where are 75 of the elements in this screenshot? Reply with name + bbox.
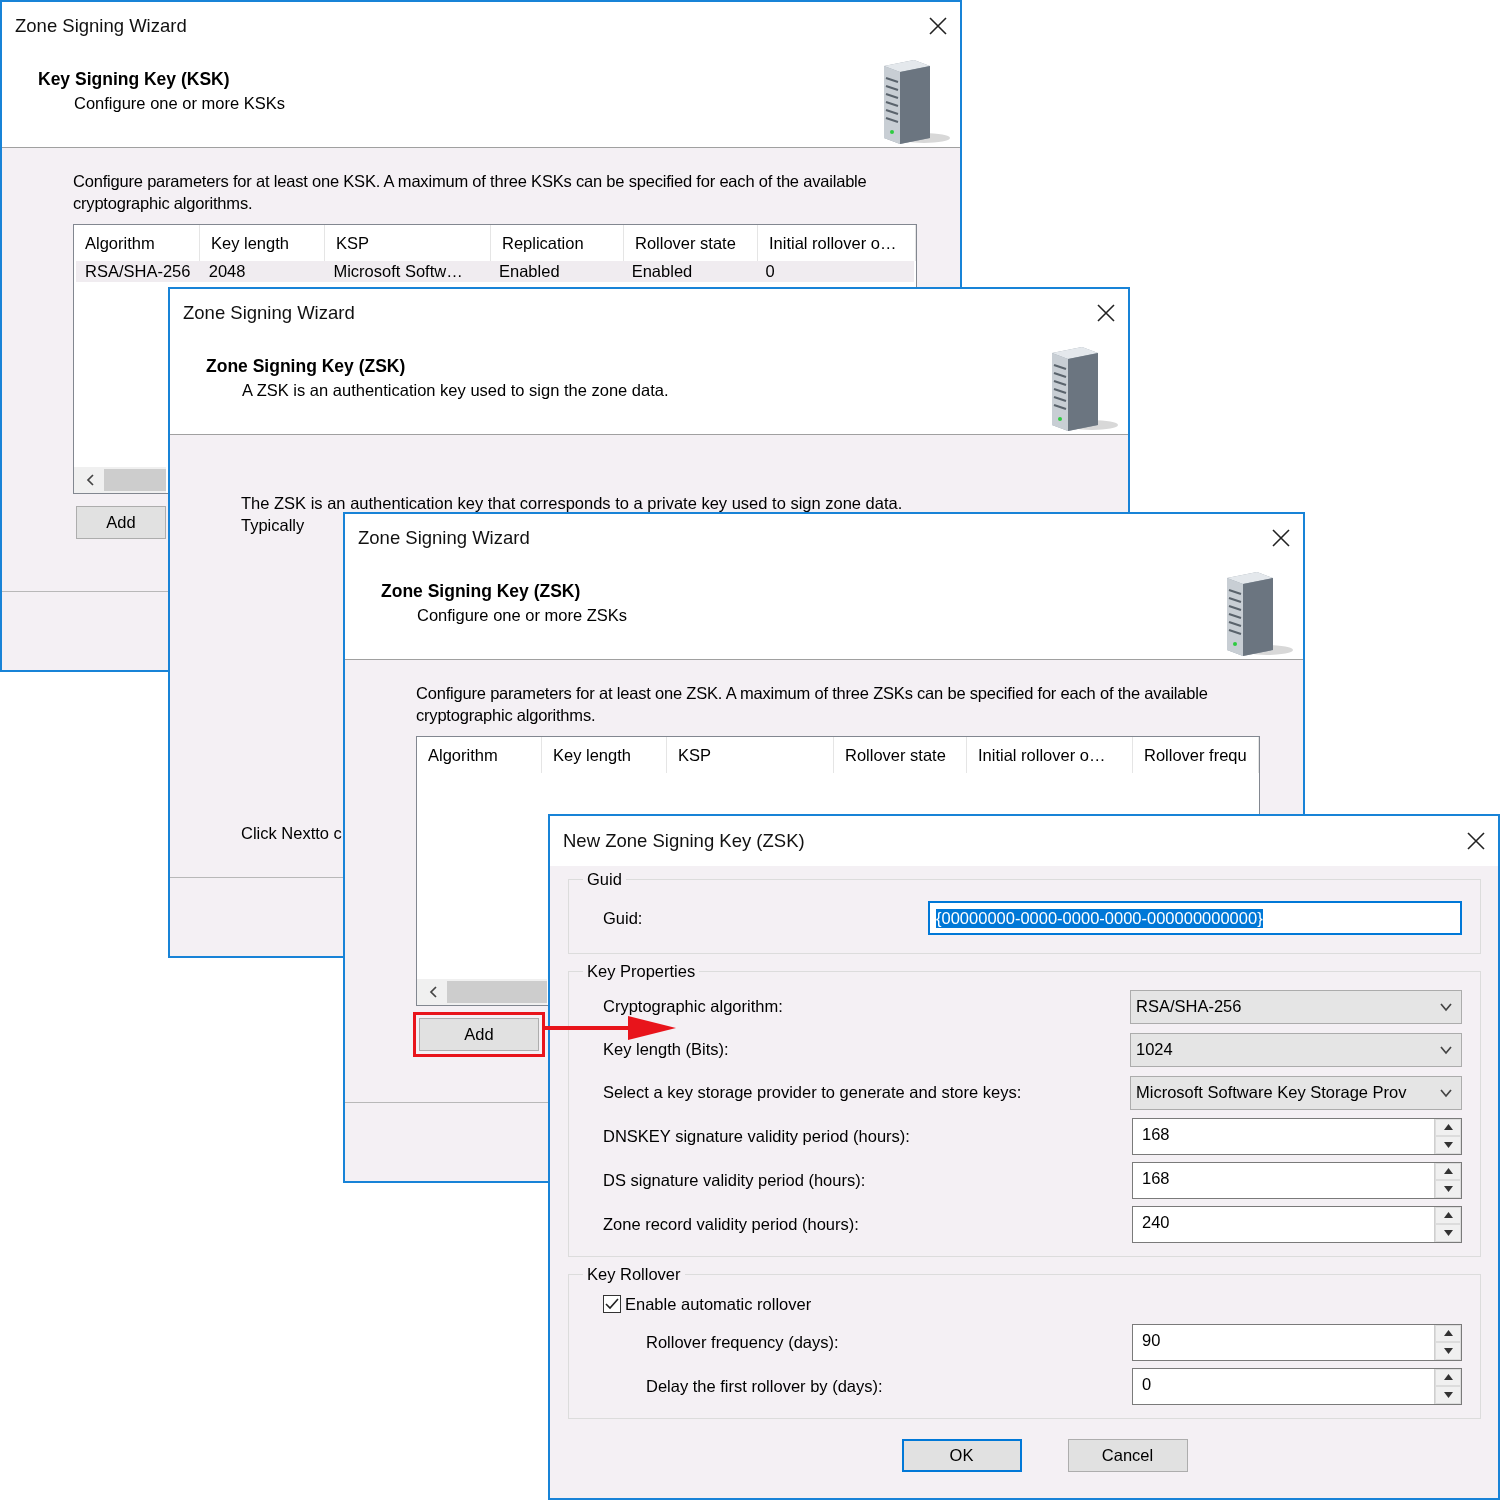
spin-field[interactable]: 168: [1132, 1161, 1462, 1199]
window-title: Zone Signing Wizard: [15, 15, 187, 37]
field-value: {00000000-0000-0000-0000-000000000000}: [936, 908, 1263, 928]
spin-up-icon[interactable]: [1443, 1374, 1453, 1381]
field-label: Cryptographic algorithm:: [603, 997, 783, 1016]
scroll-thumb[interactable]: [104, 469, 166, 491]
close-icon[interactable]: [1096, 303, 1116, 323]
checkbox[interactable]: [603, 1295, 621, 1313]
scrollbar[interactable]: [74, 467, 166, 493]
window-title: Zone Signing Wizard: [358, 527, 530, 549]
column-header[interactable]: Algorithm: [417, 737, 542, 773]
group-title: Key Rollover: [586, 1265, 682, 1284]
add-button[interactable]: Add: [419, 1018, 539, 1051]
description: Configure parameters for at least one KSK. A maximum of three KSKs can be specified for each of the available cryptographic algorithms.: [73, 171, 868, 214]
body-text: Typically: [241, 515, 306, 536]
spin-down-icon[interactable]: [1443, 1141, 1453, 1148]
table-cell-text: Microsoft Softw…: [332, 262, 464, 281]
column-header[interactable]: Initial rollover o…: [967, 737, 1133, 773]
field-label: Guid:: [603, 908, 643, 928]
spin-up-icon[interactable]: [1443, 1330, 1453, 1337]
field-label: Key length (Bits):: [603, 1040, 729, 1059]
scrollbar[interactable]: [417, 979, 547, 1005]
page-subheading: Configure one or more KSKs: [73, 94, 285, 113]
checkbox-label: Enable automatic rollover: [625, 1294, 812, 1314]
field-label: Delay the first rollover by (days):: [646, 1376, 883, 1396]
table-cell-text: Enabled: [498, 262, 561, 281]
ok-button[interactable]: OK: [901, 1439, 1022, 1472]
group-title: Guid: [586, 870, 623, 889]
spin-up-icon[interactable]: [1443, 1168, 1453, 1175]
spin-field[interactable]: 90: [1132, 1323, 1462, 1361]
column-header[interactable]: Rollover frequ: [1133, 737, 1259, 773]
page-subheading: A ZSK is an authentication key used to sign the zone data.: [241, 381, 669, 400]
scroll-thumb[interactable]: [447, 981, 547, 1003]
group-title: Key Properties: [586, 962, 697, 981]
field-label: DNSKEY signature validity period (hours):: [603, 1126, 910, 1146]
page-heading: Zone Signing Key (ZSK): [381, 581, 582, 602]
body-text: The ZSK is an authentication key that corresponds to a private key used to sign zone data.: [241, 493, 904, 514]
check-icon: [605, 1298, 619, 1310]
cancel-button[interactable]: Cancel: [1067, 1439, 1188, 1472]
field-label: Rollover frequency (days):: [646, 1332, 839, 1352]
spin-up-icon[interactable]: [1443, 1124, 1453, 1131]
page-heading: Zone Signing Key (ZSK): [206, 356, 407, 377]
dialog-title: New Zone Signing Key (ZSK): [563, 830, 805, 852]
page-subheading: Configure one or more ZSKs: [416, 606, 627, 625]
column-header[interactable]: Rollover state: [834, 737, 967, 773]
add-button[interactable]: Add: [76, 506, 166, 539]
field-label: Select a key storage provider to generate and store keys:: [603, 1083, 1022, 1102]
spin-down-icon[interactable]: [1443, 1391, 1453, 1398]
description: Configure parameters for at least one ZSK. A maximum of three ZSKs can be specified for each of the available cryptographic algorithms.: [416, 683, 1209, 726]
guid-field[interactable]: {00000000-0000-0000-0000-000000000000}: [928, 901, 1462, 935]
dropdown[interactable]: 1024: [1130, 1032, 1462, 1067]
page-heading: Key Signing Key (KSK): [38, 69, 231, 90]
window-title: Zone Signing Wizard: [183, 302, 355, 324]
field-label: Zone record validity period (hours):: [603, 1214, 859, 1234]
table-row[interactable]: RSA/SHA-256 2048 Microsoft Softw… Enabled Enabled 0: [76, 261, 914, 282]
close-icon[interactable]: [1466, 831, 1486, 851]
table-cell-text: RSA/SHA-256: [84, 262, 192, 281]
column-header[interactable]: KSP: [667, 737, 834, 773]
spin-field[interactable]: 240: [1132, 1205, 1462, 1243]
close-icon[interactable]: [928, 16, 948, 36]
column-header[interactable]: Key length: [542, 737, 667, 773]
close-icon[interactable]: [1271, 528, 1291, 548]
field-label: DS signature validity period (hours):: [603, 1170, 866, 1190]
spin-down-icon[interactable]: [1443, 1185, 1453, 1192]
table-cell-text: 2048: [207, 262, 247, 281]
spin-field[interactable]: 168: [1132, 1117, 1462, 1155]
body-text: Click Nextto c: [241, 824, 342, 843]
dropdown[interactable]: RSA/SHA-256: [1130, 989, 1462, 1024]
dropdown[interactable]: Microsoft Software Key Storage Prov: [1130, 1075, 1462, 1110]
spin-up-icon[interactable]: [1443, 1212, 1453, 1219]
spin-down-icon[interactable]: [1443, 1229, 1453, 1236]
spin-field[interactable]: 0: [1132, 1367, 1462, 1405]
table-cell-text: 0: [764, 262, 776, 281]
spin-down-icon[interactable]: [1443, 1347, 1453, 1354]
table-cell-text: Enabled: [630, 262, 694, 281]
